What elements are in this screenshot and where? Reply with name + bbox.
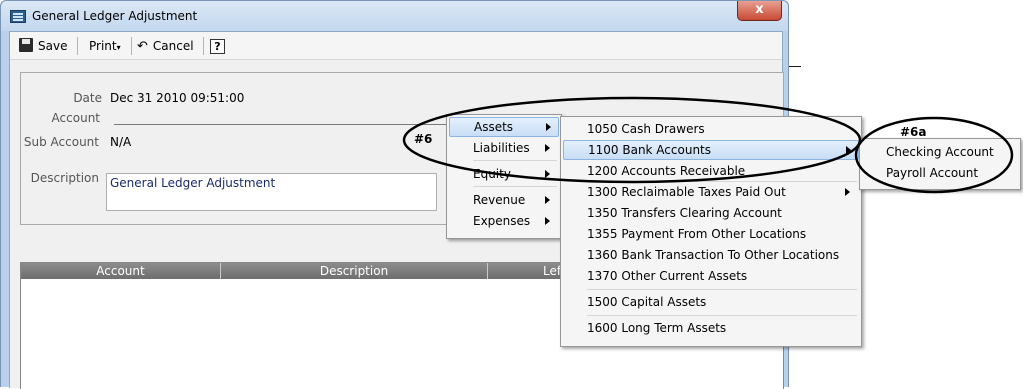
- menu-item-assets[interactable]: Assets: [449, 117, 559, 137]
- menu-item-payment-other-locations[interactable]: 1355 Payment From Other Locations: [563, 224, 859, 244]
- menu-item-bank-accounts[interactable]: 1100 Bank Accounts: [563, 140, 859, 160]
- submenu-arrow-icon: [545, 144, 550, 152]
- save-button[interactable]: Save: [19, 37, 67, 55]
- column-header-account[interactable]: Account: [21, 263, 221, 279]
- menu-item-payroll-account[interactable]: Payroll Account: [862, 163, 1018, 183]
- menu-separator: [473, 186, 557, 187]
- menu-separator: [473, 160, 557, 161]
- title-bar[interactable]: General Ledger Adjustment x: [1, 1, 788, 31]
- description-field[interactable]: General Ledger Adjustment: [106, 173, 437, 211]
- menu-item-long-term-assets[interactable]: 1600 Long Term Assets: [563, 318, 859, 338]
- annotation-tag-sub: #6a: [900, 125, 927, 139]
- print-label: Print: [89, 39, 117, 53]
- toolbar-divider: [131, 37, 132, 55]
- menu-item-bank-transaction[interactable]: 1360 Bank Transaction To Other Locations: [563, 245, 859, 265]
- submenu-arrow-icon: [545, 217, 550, 225]
- menu-item-other-current-assets[interactable]: 1370 Other Current Assets: [563, 266, 859, 286]
- menu-item-checking-account[interactable]: Checking Account: [862, 142, 1018, 162]
- account-label: Account: [51, 111, 100, 125]
- date-label: Date: [73, 91, 102, 105]
- toolbar-divider: [77, 37, 78, 55]
- submenu-arrow-icon: [546, 123, 551, 131]
- window-title: General Ledger Adjustment: [32, 9, 198, 23]
- annotation-tag-main: #6: [414, 132, 433, 146]
- account-field[interactable]: [114, 124, 459, 125]
- toolbar: Save Print▾ ↶ Cancel ?: [10, 32, 782, 60]
- menu-item-revenue[interactable]: Revenue: [449, 190, 559, 210]
- close-button[interactable]: x: [737, 1, 782, 21]
- divider: [789, 66, 801, 67]
- menu-item-liabilities[interactable]: Liabilities: [449, 138, 559, 158]
- sub-account-label: Sub Account: [23, 135, 99, 149]
- cancel-button[interactable]: ↶ Cancel: [137, 37, 194, 55]
- sub-account-value[interactable]: N/A: [110, 135, 131, 149]
- submenu-arrow-icon: [545, 196, 550, 204]
- undo-icon: ↶: [137, 39, 148, 54]
- save-icon: [19, 38, 33, 52]
- menu-item-expenses[interactable]: Expenses: [449, 211, 559, 231]
- toolbar-divider: [203, 37, 204, 55]
- cancel-label: Cancel: [152, 39, 194, 53]
- menu-item-transfers-clearing[interactable]: 1350 Transfers Clearing Account: [563, 203, 859, 223]
- submenu-arrow-icon: [845, 188, 850, 196]
- menu-item-reclaimable-taxes[interactable]: 1300 Reclaimable Taxes Paid Out: [563, 182, 859, 202]
- dropdown-arrow-icon: ▾: [116, 43, 121, 52]
- submenu-arrow-icon: [846, 146, 851, 154]
- help-icon: ?: [210, 39, 225, 54]
- description-label: Description: [30, 171, 99, 185]
- date-value: Dec 31 2010 09:51:00: [110, 91, 245, 105]
- ledger-icon: [10, 10, 26, 23]
- menu-separator: [587, 289, 857, 290]
- menu-item-equity[interactable]: Equity: [449, 164, 559, 184]
- menu-item-cash-drawers[interactable]: 1050 Cash Drawers: [563, 119, 859, 139]
- save-label: Save: [38, 39, 68, 53]
- bank-accounts-submenu: Checking Account Payroll Account: [859, 138, 1021, 190]
- submenu-arrow-icon: [545, 170, 550, 178]
- account-type-menu: Assets Liabilities Equity Revenue Expens…: [446, 114, 562, 239]
- menu-item-capital-assets[interactable]: 1500 Capital Assets: [563, 292, 859, 312]
- menu-separator: [587, 315, 857, 316]
- menu-item-accounts-receivable[interactable]: 1200 Accounts Receivable: [563, 161, 859, 181]
- column-header-description[interactable]: Description: [221, 263, 488, 279]
- help-button[interactable]: ?: [210, 37, 225, 55]
- print-button[interactable]: Print▾: [89, 37, 121, 55]
- assets-submenu: 1050 Cash Drawers 1100 Bank Accounts 120…: [560, 116, 862, 347]
